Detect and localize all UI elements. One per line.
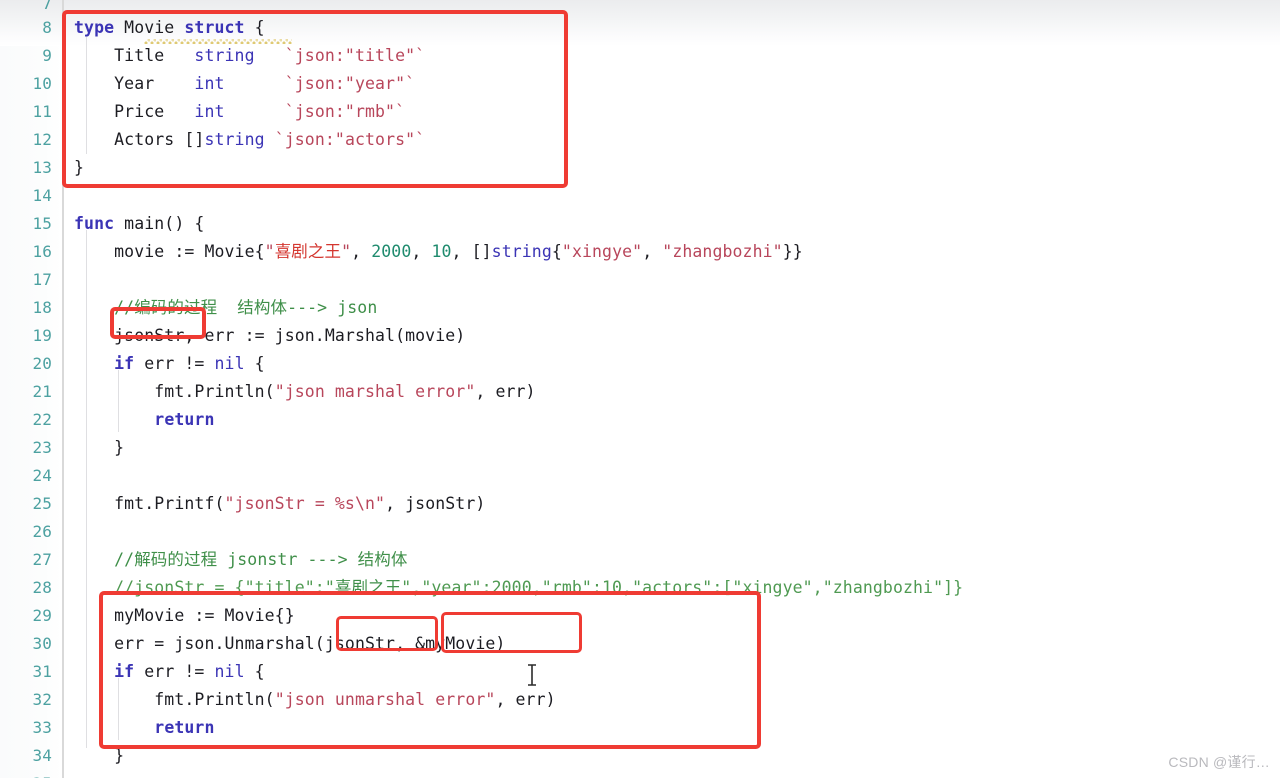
- jsonstr-variable-highlight: [110, 307, 206, 339]
- code-editor-screenshot: 7 8 type Movie struct {9 Title string `jso…: [0, 0, 1280, 778]
- mymovie-argument-highlight: [441, 612, 582, 653]
- unmarshal-block-highlight: [99, 591, 761, 749]
- jsonstr-argument-highlight: [336, 616, 438, 651]
- csdn-watermark: CSDN @谨行…: [1168, 754, 1270, 770]
- struct-definition-highlight: [62, 10, 568, 188]
- annotation-layer: [0, 0, 1280, 778]
